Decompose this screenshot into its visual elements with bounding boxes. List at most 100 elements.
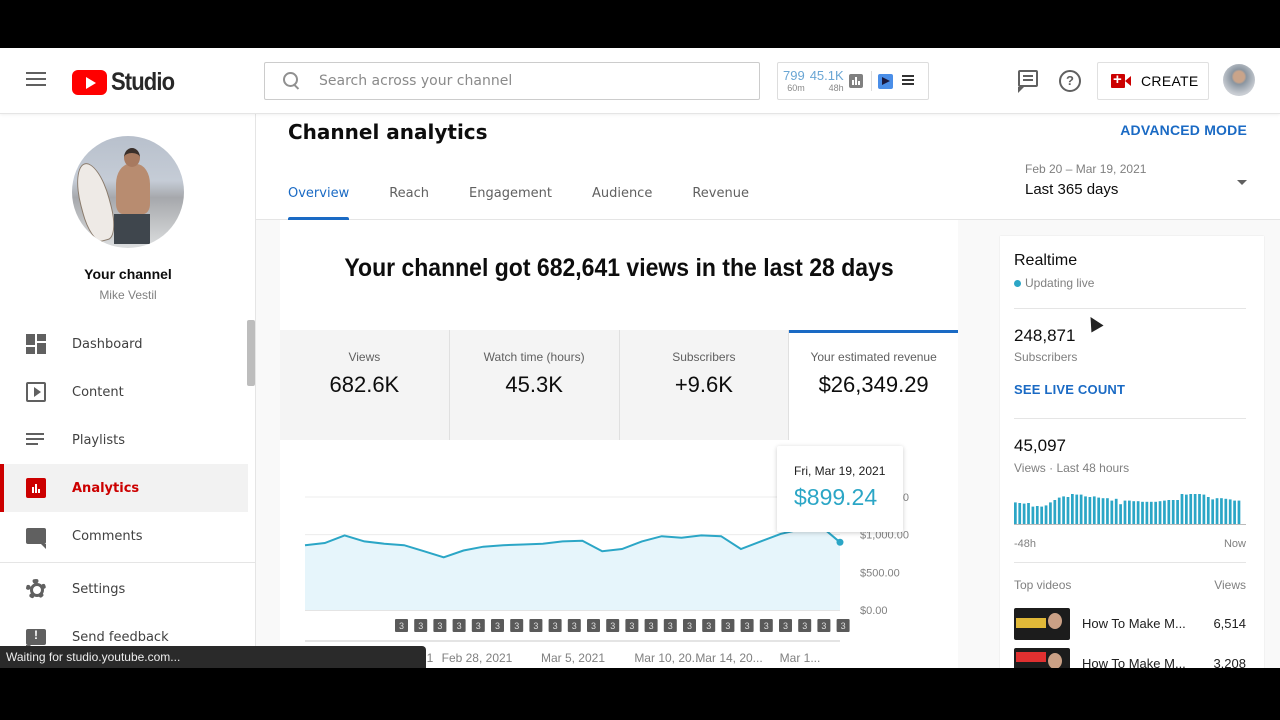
date-range-picker[interactable]: Feb 20 – Mar 19, 2021 Last 365 days — [1025, 162, 1247, 202]
sidebar-item-playlists[interactable]: Playlists — [0, 416, 248, 464]
advanced-mode-button[interactable]: ADVANCED MODE — [1120, 122, 1247, 138]
histogram-bar — [1128, 500, 1131, 524]
histogram-bar — [1145, 501, 1149, 524]
search-input[interactable] — [319, 73, 739, 89]
histogram-bar — [1198, 494, 1201, 524]
tab-audience[interactable]: Audience — [592, 186, 652, 220]
realtime-title: Realtime — [1014, 252, 1078, 269]
histogram-axis-start: -48h — [1014, 538, 1037, 550]
video-marker-label: 3 — [572, 621, 577, 631]
tab-reach[interactable]: Reach — [389, 186, 429, 220]
histogram-bar — [1044, 505, 1048, 524]
page-title: Channel analytics — [288, 120, 488, 144]
settings-icon — [26, 579, 46, 599]
video-marker-label: 3 — [399, 621, 404, 631]
sidebar-item-analytics[interactable]: Analytics — [0, 464, 248, 512]
chart-tooltip: Fri, Mar 19, 2021 $899.24 — [777, 446, 903, 532]
create-label: CREATE — [1141, 73, 1199, 89]
tab-engagement[interactable]: Engagement — [469, 186, 552, 220]
tab-overview[interactable]: Overview — [288, 186, 350, 220]
live-dot-icon — [1014, 279, 1021, 287]
histogram-bar — [1053, 500, 1057, 524]
realtime-views-histogram[interactable] — [1014, 494, 1246, 526]
feedback-icon[interactable] — [1018, 70, 1038, 93]
app-name: Studio — [111, 68, 175, 96]
help-icon[interactable]: ? — [1059, 70, 1081, 92]
histogram-bar — [1057, 497, 1061, 524]
y-tick-label: $500.00 — [860, 567, 900, 579]
histogram-bar — [1110, 500, 1114, 524]
video-marker-label: 3 — [802, 621, 807, 631]
metric-watch-time[interactable]: Watch time (hours) 45.3K — [449, 330, 620, 440]
metric-label: Views — [348, 350, 381, 364]
ext-stat-label: 60m — [787, 83, 805, 93]
metric-tabs: Views 682.6K Watch time (hours) 45.3K Su… — [280, 330, 958, 440]
metric-revenue[interactable]: Your estimated revenue $26,349.29 — [789, 330, 958, 440]
video-marker-label: 3 — [457, 621, 462, 631]
sidebar-scrollbar[interactable] — [247, 320, 255, 386]
sidebar-item-comments[interactable]: Comments — [0, 512, 248, 560]
sidebar-item-settings[interactable]: Settings — [0, 565, 248, 613]
see-live-count-link[interactable]: SEE LIVE COUNT — [1014, 382, 1125, 397]
ext-stat-value: 799 — [783, 68, 805, 83]
video-views: 6,514 — [1213, 616, 1246, 631]
sidebar-item-label: Analytics — [72, 480, 140, 496]
histogram-bar — [1084, 496, 1087, 524]
tooltip-value: $899.24 — [794, 484, 878, 510]
histogram-bar — [1220, 498, 1223, 524]
channel-name: Mike Vestil — [99, 288, 157, 302]
histogram-bar — [1154, 501, 1158, 524]
metric-value: +9.6K — [674, 372, 733, 397]
metric-views[interactable]: Views 682.6K — [280, 330, 450, 440]
y-tick-label: $0.00 — [860, 605, 888, 617]
date-range-dates: Feb 20 – Mar 19, 2021 — [1025, 162, 1147, 176]
menu-icon[interactable] — [26, 72, 46, 88]
extension-menu-icon[interactable] — [901, 75, 914, 87]
caret-down-icon — [1237, 180, 1247, 185]
studio-logo[interactable]: Studio — [72, 68, 183, 97]
histogram-bar — [1062, 496, 1065, 524]
tooltip-date: Fri, Mar 19, 2021 — [794, 464, 886, 478]
dashboard-icon — [26, 334, 46, 354]
histogram-bar — [1101, 498, 1105, 524]
realtime-status-text: Updating live — [1025, 276, 1095, 290]
x-tick-label: Mar 10, 20... — [634, 651, 701, 665]
revenue-area — [305, 525, 840, 610]
video-marker-label: 3 — [783, 621, 788, 631]
page-header: Channel analytics ADVANCED MODE Overview… — [256, 114, 1280, 220]
histogram-bar — [1097, 497, 1101, 524]
metric-subscribers[interactable]: Subscribers +9.6K — [619, 330, 790, 440]
tab-revenue[interactable]: Revenue — [692, 186, 749, 220]
video-marker-label: 3 — [841, 621, 846, 631]
histogram-bar — [1027, 503, 1030, 524]
divider — [1014, 418, 1246, 419]
histogram-bar — [1233, 500, 1236, 524]
overview-content: Your channel got 682,641 views in the la… — [256, 220, 984, 668]
top-video-row[interactable]: How To Make M... 3,208 — [1014, 648, 1246, 668]
top-video-row[interactable]: How To Make M... 6,514 — [1014, 608, 1246, 642]
sidebar-item-content[interactable]: Content — [0, 368, 248, 416]
x-tick-label: Mar 5, 2021 — [541, 651, 605, 665]
extension-widget[interactable]: 799 60m 45.1K 48h — [777, 62, 929, 100]
divider — [1014, 308, 1246, 309]
divider — [1014, 562, 1246, 563]
realtime-panel: Realtime Updating live 248,871 Subscribe… — [1000, 236, 1264, 668]
histogram-bar — [1180, 494, 1184, 524]
video-marker-label: 3 — [591, 621, 596, 631]
account-avatar[interactable] — [1223, 64, 1255, 96]
extension-play-icon[interactable] — [877, 73, 893, 89]
metric-value: 45.3K — [505, 372, 563, 397]
histogram-bar — [1211, 499, 1215, 524]
bar-chart-icon[interactable] — [848, 74, 863, 88]
video-marker-label: 3 — [725, 621, 730, 631]
histogram-bar — [1206, 497, 1210, 524]
comments-icon — [26, 528, 46, 549]
content-icon — [26, 382, 46, 402]
histogram-bar — [1158, 501, 1162, 524]
sidebar-item-dashboard[interactable]: Dashboard — [0, 320, 248, 368]
create-button[interactable]: CREATE — [1097, 62, 1209, 100]
channel-avatar[interactable] — [72, 136, 184, 248]
video-thumbnail — [1014, 648, 1070, 668]
metric-label: Watch time (hours) — [483, 350, 585, 364]
search-box[interactable] — [264, 62, 760, 100]
